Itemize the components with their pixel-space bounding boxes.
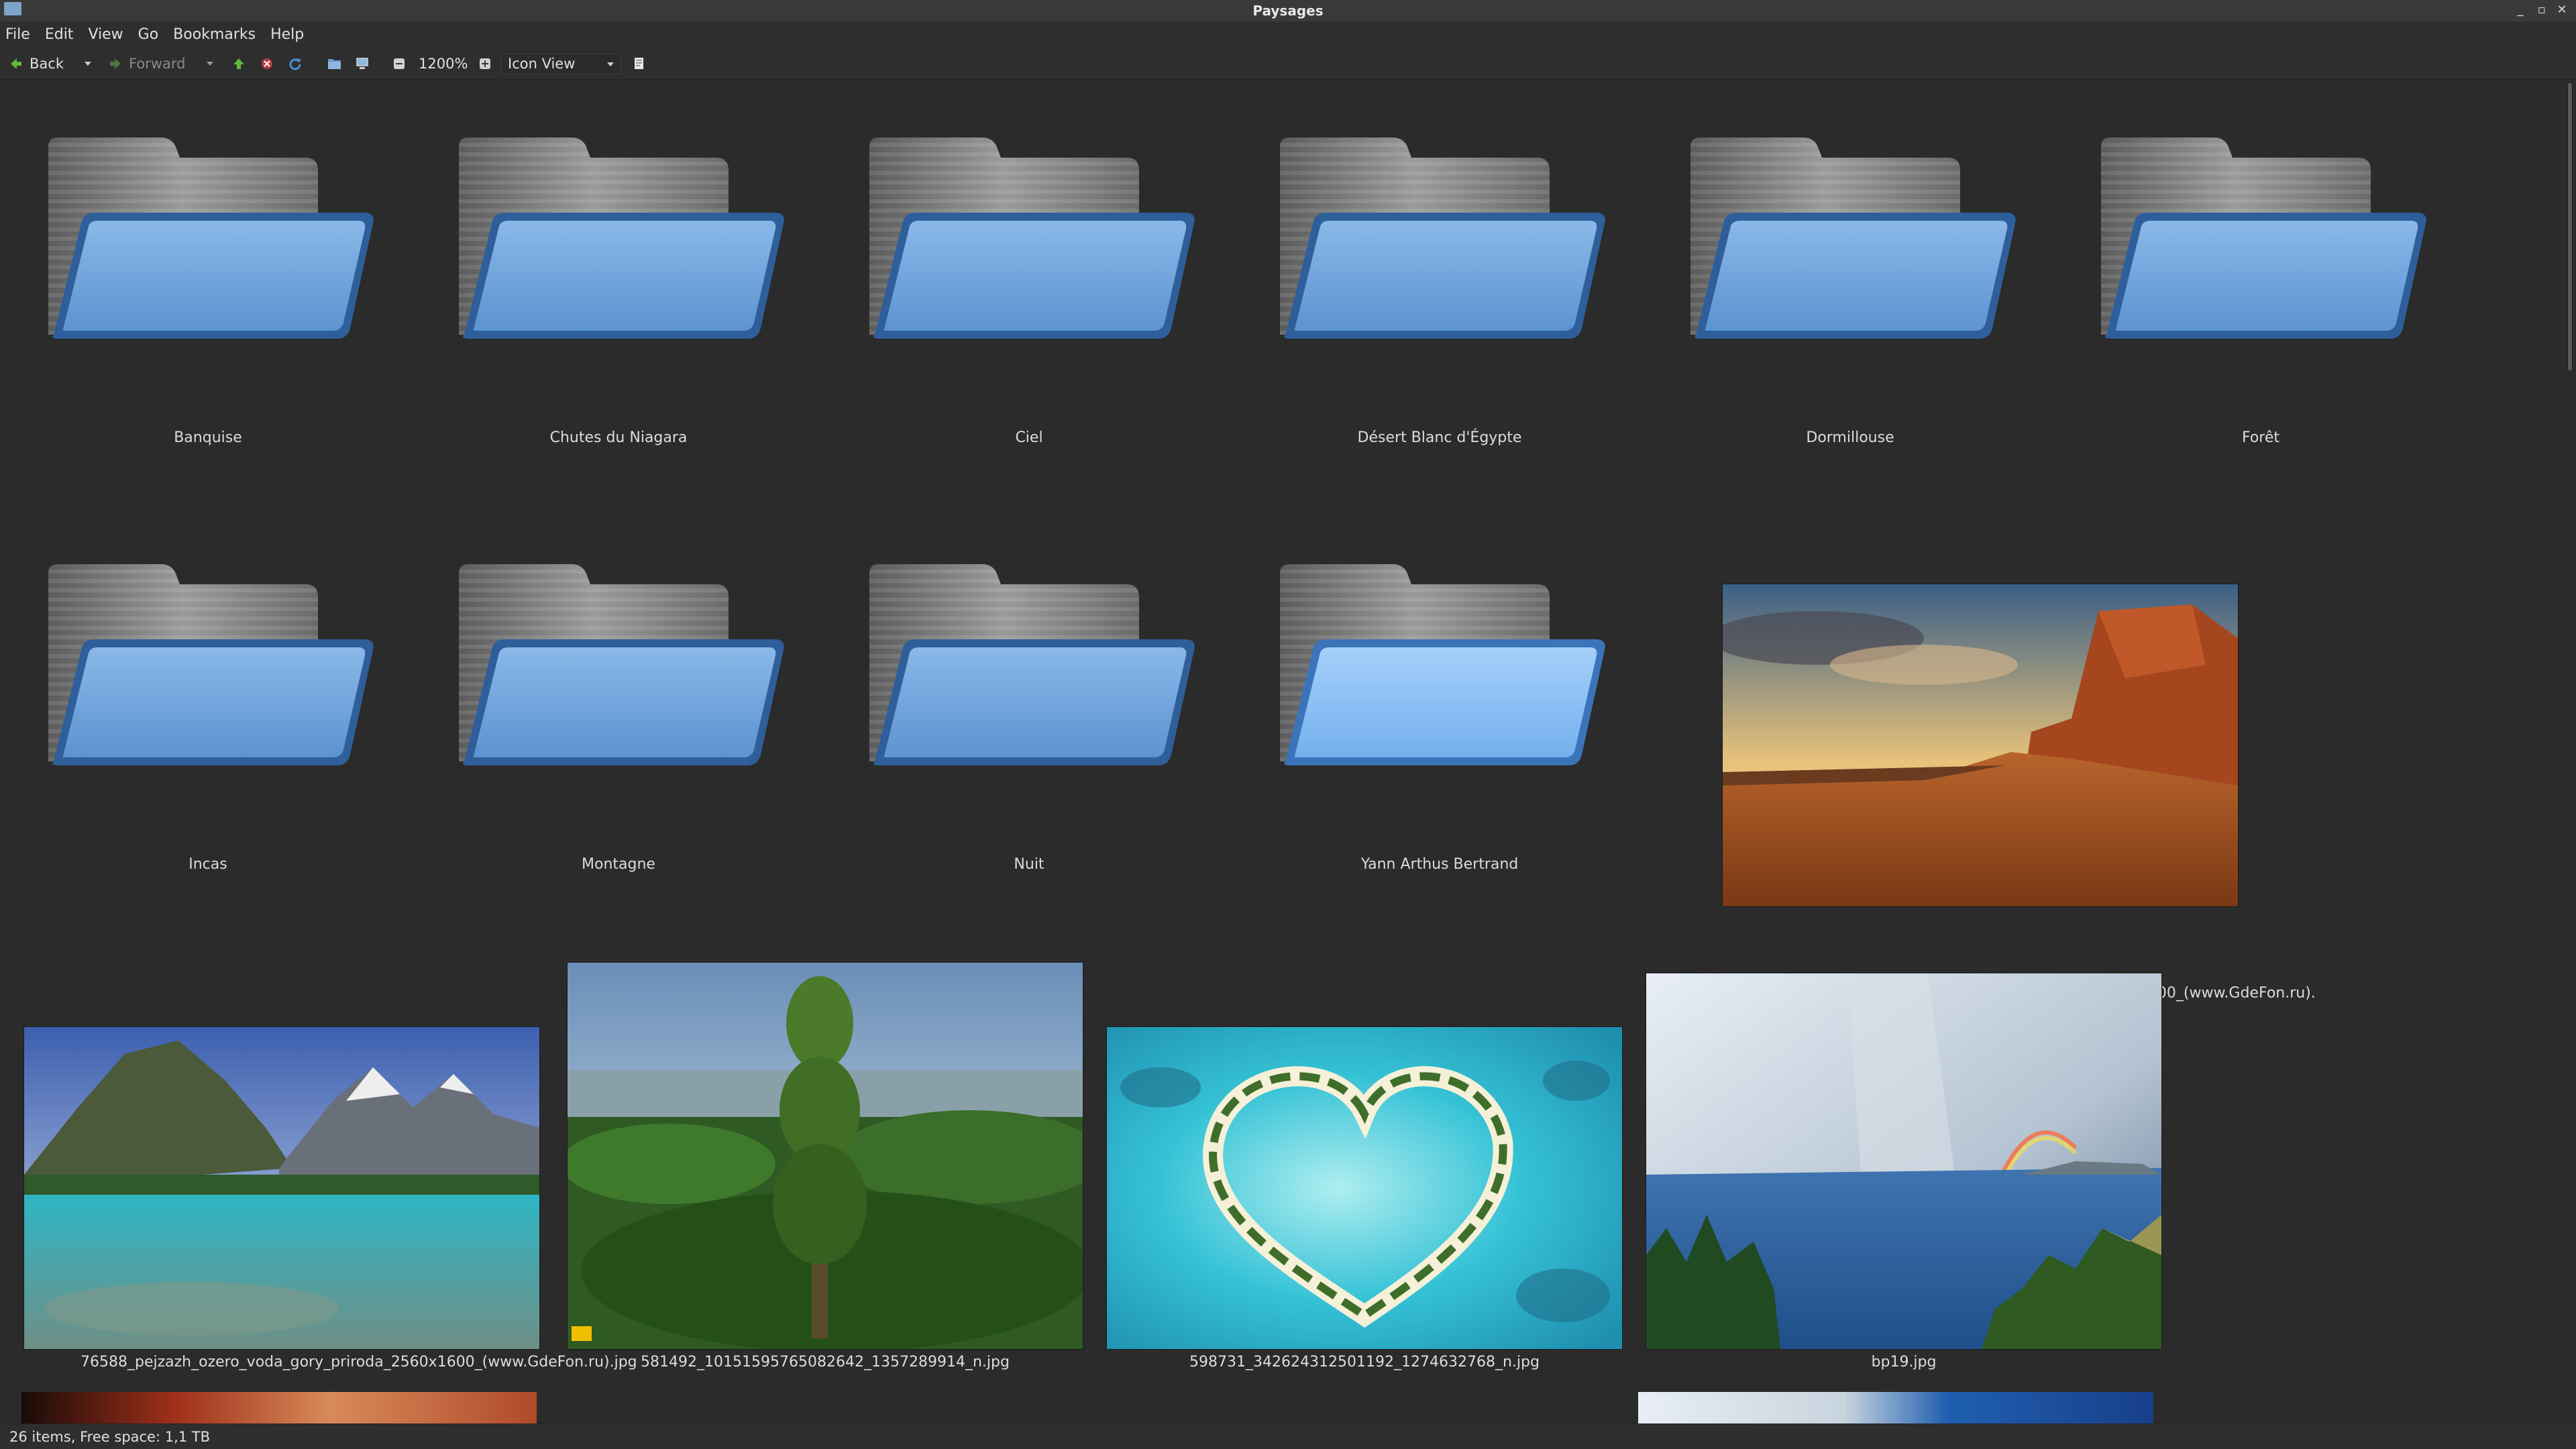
scrollbar-thumb[interactable] [2568,83,2572,371]
folder-icon [1280,564,1605,765]
partial-thumbnail[interactable] [21,1392,537,1424]
rainbow-lake-thumbnail [1646,973,2161,1349]
lake-thumbnail [24,1027,539,1349]
folder-label: Dormillouse [1806,429,1894,446]
image-label: 598731_342624312501192_1274632768_n.jpg [1189,1354,1540,1371]
partial-thumbnail[interactable] [1638,1392,2153,1424]
menu-help[interactable]: Help [270,21,304,48]
folder-icon [869,564,1195,765]
stop-button[interactable] [260,48,274,79]
back-history-dropdown[interactable] [83,48,93,79]
folder-icon [2101,138,2426,339]
chevron-down-icon [207,62,213,66]
computer-icon [356,58,368,69]
folder-label: Montagne [582,856,655,873]
folder-icon [48,138,374,339]
forward-history-dropdown[interactable] [205,48,215,79]
folder-icon [1280,138,1605,339]
forward-label: Forward [129,56,186,72]
heart-island-thumbnail [1107,1027,1622,1349]
zoom-out-icon [394,58,405,69]
menu-bookmarks[interactable]: Bookmarks [173,21,256,48]
forward-button[interactable]: Forward [109,48,185,79]
menu-go[interactable]: Go [138,21,159,48]
reload-button[interactable] [288,48,302,79]
reload-icon [289,58,301,70]
zoom-in-button[interactable] [479,48,491,79]
image-label: 76588_pejzazh_ozero_voda_gory_priroda_25… [80,1354,637,1371]
folder-label: Incas [189,856,227,873]
minimize-icon[interactable]: _ [2513,1,2528,19]
folder-icon [869,138,1195,339]
window-title: Paysages [1252,3,1324,19]
folder-label: Forêt [2241,429,2280,446]
open-folder-button[interactable] [327,48,342,79]
title-bar: Paysages _ ▫ ✕ [0,0,2576,22]
back-button[interactable]: Back [9,48,64,79]
menu-view[interactable]: View [88,21,123,48]
forward-arrow-icon [110,58,121,69]
view-mode-value: Icon View [508,56,576,72]
folder-icon [48,564,374,765]
toolbar: Back Forward 1200% Icon View [0,48,2576,80]
chevron-down-icon [607,62,614,66]
folder-label: Ciel [1015,429,1043,446]
folder-label: Désert Blanc d'Égypte [1357,429,1522,446]
up-arrow-icon [233,58,244,69]
folder-label: Banquise [174,429,242,446]
folder-label: Chutes du Niagara [549,429,688,446]
file-manager-window: Paysages _ ▫ ✕ File Edit View Go Bookmar… [0,0,2576,1449]
forest-thumbnail [568,963,1083,1349]
stop-icon [262,58,272,69]
folder-icon [1690,138,2016,339]
icon-view[interactable]: Banquise Chutes du Niagara Ciel Désert B… [0,80,2564,1424]
image-label: 581492_10151595765082642_1357289914_n.jp… [641,1354,1010,1371]
maximize-icon[interactable]: ▫ [2534,1,2549,19]
folder-icon [459,138,784,339]
zoom-out-button[interactable] [393,48,405,79]
status-text: 26 items, Free space: 1,1 TB [9,1429,211,1445]
folder-label: Yann Arthus Bertrand [1360,856,1519,873]
zoom-label: 1200% [419,56,468,72]
vertical-scrollbar[interactable] [2564,80,2576,1424]
menu-file[interactable]: File [5,21,30,48]
back-label: Back [30,56,64,72]
zoom-level: 1200% [419,48,468,79]
canyon-thumbnail [1723,584,2238,906]
menu-edit[interactable]: Edit [45,21,74,48]
image-label: bp19.jpg [1871,1354,1937,1371]
close-icon[interactable]: ✕ [2555,1,2569,19]
up-button[interactable] [232,48,246,79]
folder-icon [459,564,784,765]
chevron-down-icon [85,62,91,66]
status-bar: 26 items, Free space: 1,1 TB [0,1424,2576,1449]
back-arrow-icon [11,58,21,69]
view-mode-select[interactable]: Icon View [500,54,621,74]
folder-icon [328,59,341,69]
zoom-in-icon [480,58,490,69]
menu-bar: File Edit View Go Bookmarks Help [0,21,2576,48]
computer-button[interactable] [356,48,369,79]
folder-label: Nuit [1014,856,1044,873]
document-icon [635,58,643,69]
location-button[interactable] [633,48,645,79]
